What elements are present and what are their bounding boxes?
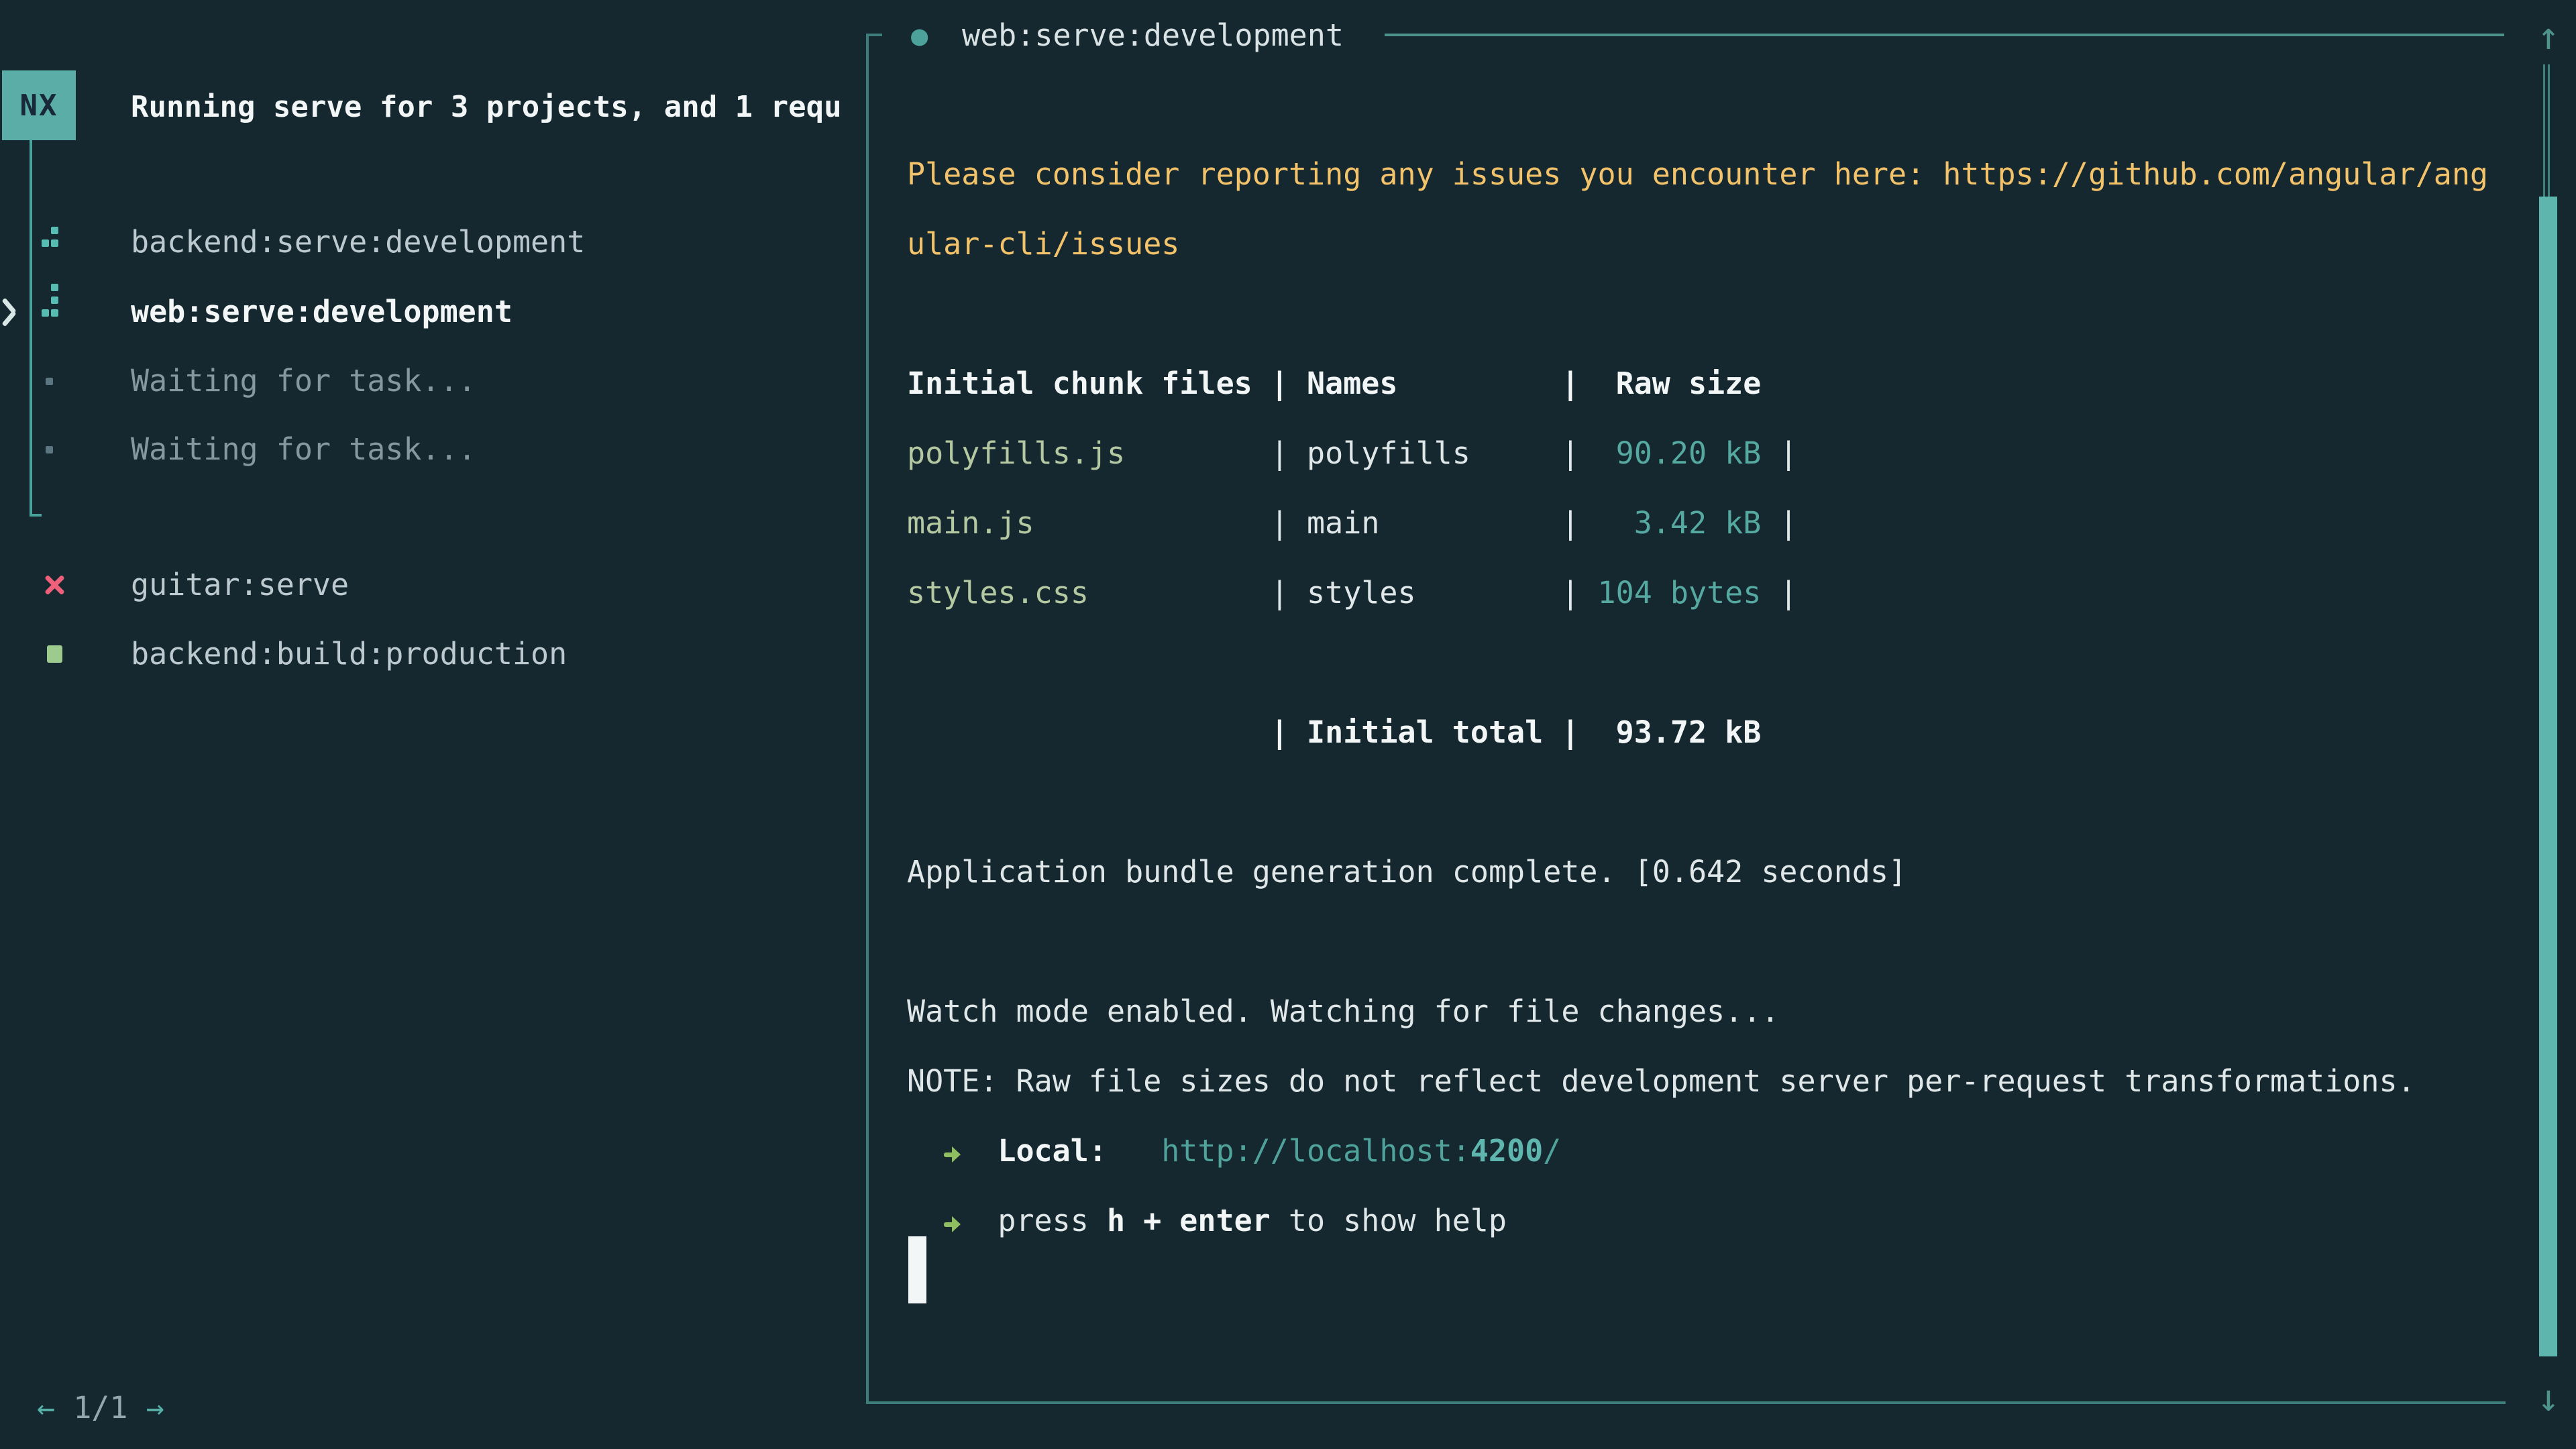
terminal-text: press [998,1203,1107,1238]
task-label: Waiting for task... [131,415,476,484]
page-next-arrow-icon[interactable]: → [146,1390,164,1426]
terminal-line: NOTE: Raw file sizes do not reflect deve… [907,1046,2507,1116]
terminal-text: styles.css [907,575,1089,610]
spinner-icon-b [51,309,58,317]
pagination: ← 1/1 → [37,1373,164,1443]
terminal-text: | styles | [1089,575,1580,610]
task-group-line-corner [30,514,42,517]
terminal-output: Please consider reporting any issues you… [907,70,2507,1256]
terminal-line: polyfills.js | polyfills | 90.20 kB | [907,419,2507,488]
success-square-icon [47,645,62,663]
page-prev-arrow-icon[interactable]: ← [37,1390,55,1426]
panel-title: web:serve:development [962,5,1344,66]
terminal-text: Application bundle generation complete. … [907,854,1907,890]
terminal-text: Watch mode enabled. Watching for file ch… [907,994,1779,1029]
spinner-icon-b [51,297,58,304]
spinner-icon-a [51,239,58,247]
task-item[interactable]: web:serve:development [0,277,862,347]
terminal-text: polyfills.js [907,435,1125,471]
task-label: web:serve:development [131,277,513,347]
scrollbar-thumb[interactable] [2539,197,2557,1356]
error-x-icon [43,574,66,596]
terminal-text [907,1133,943,1169]
terminal-line: Initial chunk files | Names | Raw size [907,349,2507,419]
terminal-text [1107,1133,1161,1169]
spinner-icon-b [51,284,58,291]
terminal-text: | [1761,575,1797,610]
nx-terminal-ui: NX Running serve for 3 projects, and 1 r… [0,0,2576,1449]
scroll-up-arrow-icon[interactable]: ↑ [2530,7,2567,67]
terminal-line: main.js | main | 3.42 kB | [907,488,2507,558]
task-label: guitar:serve [131,550,349,620]
terminal-line [907,279,2507,349]
terminal-line: Application bundle generation complete. … [907,837,2507,907]
terminal-text [907,1203,943,1238]
spinner-icon-a [42,239,49,247]
nx-logo: NX [2,70,76,140]
terminal-line: | Initial total | 93.72 kB [907,698,2507,767]
terminal-text: h + enter [1107,1203,1271,1238]
terminal-text: | [1761,505,1797,541]
task-label: backend:build:production [131,619,567,689]
spacer [127,1390,146,1426]
task-item[interactable]: backend:serve:development [0,207,862,277]
terminal-text: 90.20 kB [1579,435,1761,471]
terminal-line: Please consider reporting any issues you… [907,140,2507,209]
terminal-line: styles.css | styles | 104 bytes | [907,558,2507,628]
spinner-icon-a [51,227,58,234]
task-item[interactable]: guitar:serve [0,550,862,620]
arrow-right-icon [943,1208,961,1238]
terminal-text: Please consider reporting any issues you… [907,156,2488,192]
panel-border-bottom [866,1401,2506,1404]
terminal-line [907,907,2507,977]
task-item[interactable]: backend:build:production [0,619,862,689]
panel-border-top-stub [866,34,882,36]
terminal-line: press h + enter to show help [907,1186,2507,1256]
sidebar-statusbar: ← 1/1 → quit: q help: ? [0,1303,862,1373]
keyboard-hints: quit: q help: ? [515,1443,806,1449]
terminal-line [907,767,2507,837]
terminal-text [961,1203,998,1238]
task-item[interactable]: Waiting for task... [0,346,862,416]
terminal-line: Local: http://localhost:4200/ [907,1116,2507,1186]
terminal-text: | main | [1034,505,1580,541]
terminal-text [961,1133,998,1169]
task-label: backend:serve:development [131,207,585,277]
terminal-text: main.js [907,505,1034,541]
arrow-right-icon [943,1138,961,1169]
terminal-text: Local: [998,1133,1107,1169]
waiting-dot-icon [46,446,53,453]
local-url-link[interactable]: 4200 [1470,1133,1543,1169]
panel-border-top-line [1385,34,2504,36]
task-label: Waiting for task... [131,346,476,416]
sidebar-title: Running serve for 3 projects, and 1 requ [131,72,863,142]
terminal-text: Initial chunk files | Names | Raw size [907,366,1761,401]
terminal-text: | Initial total | 93.72 kB [907,714,1761,750]
terminal-line: Watch mode enabled. Watching for file ch… [907,977,2507,1046]
terminal-text: 104 bytes [1579,575,1761,610]
terminal-line [907,628,2507,698]
spinner-icon-b [42,309,49,317]
chevron-right-icon [1,297,21,327]
terminal-cursor [908,1236,926,1303]
local-url-link[interactable]: / [1543,1133,1561,1169]
panel-border-left [866,35,869,1403]
terminal-text: | polyfills | [1125,435,1579,471]
terminal-line [907,70,2507,140]
status-dot-icon: ● [911,5,928,66]
task-item[interactable]: Waiting for task... [0,415,862,484]
terminal-text: | [1761,435,1797,471]
page-count [55,1390,73,1426]
scroll-down-arrow-icon[interactable]: ↓ [2530,1368,2567,1429]
terminal-text: 3.42 kB [1579,505,1761,541]
terminal-text: NOTE: Raw file sizes do not reflect deve… [907,1063,2416,1099]
local-url-link[interactable]: http://localhost: [1161,1133,1470,1169]
scrollbar-track[interactable] [2543,64,2550,197]
terminal-line: ular-cli/issues [907,209,2507,279]
terminal-text: ular-cli/issues [907,226,1179,262]
waiting-dot-icon [46,378,53,385]
terminal-text: to show help [1271,1203,1507,1238]
page-count-value: 1/1 [73,1390,127,1426]
